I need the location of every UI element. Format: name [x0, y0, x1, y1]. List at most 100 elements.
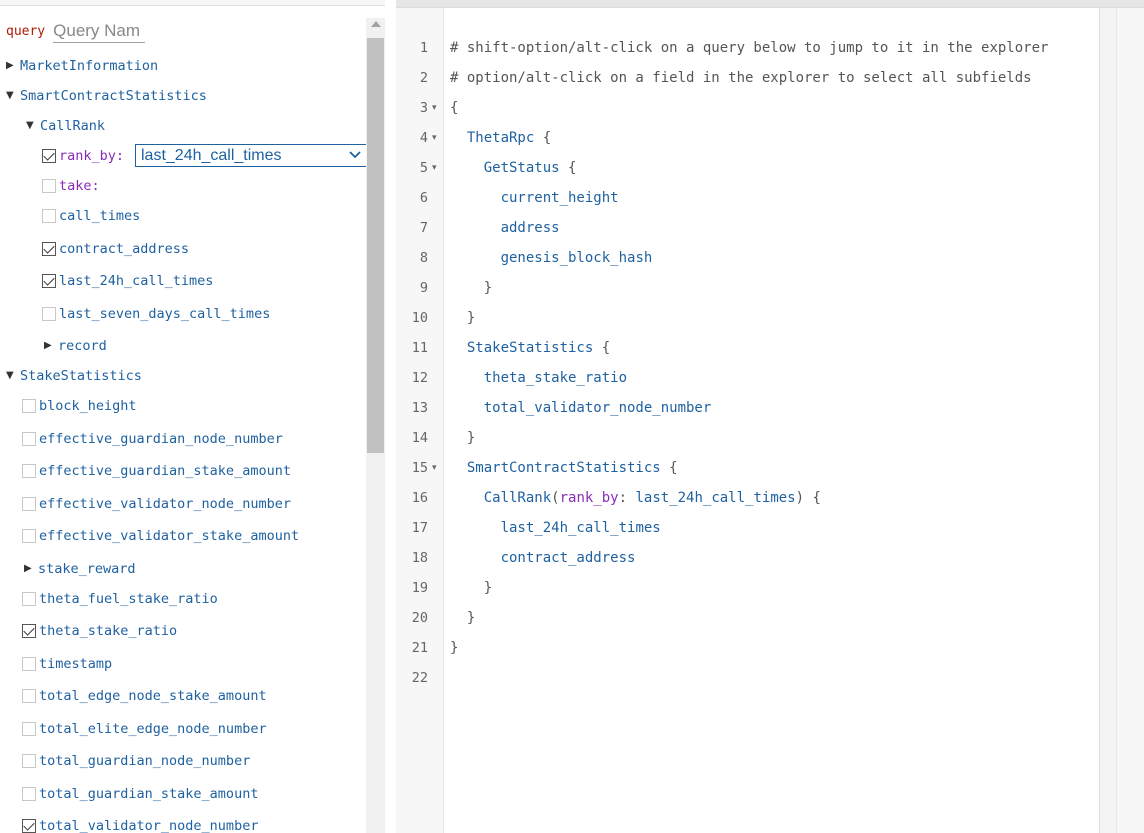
explorer-leaf-call-times[interactable]: call_times: [42, 206, 140, 226]
explorer-leaf-contract-address[interactable]: contract_address: [42, 239, 189, 259]
code-line[interactable]: theta_stake_ratio: [450, 368, 627, 388]
editor-scrollbar-track[interactable]: [1116, 8, 1144, 833]
explorer-leaf-last-seven-days-call-times[interactable]: last_seven_days_call_times: [42, 304, 270, 324]
explorer-leaf-last-24h-call-times[interactable]: last_24h_call_times: [42, 271, 213, 291]
explorer-field-record[interactable]: ▶ record: [44, 336, 107, 356]
checkbox-unchecked[interactable]: [22, 787, 36, 801]
scroll-up-arrow-icon[interactable]: [371, 21, 381, 27]
fold-caret-icon[interactable]: ▾: [432, 158, 442, 178]
explorer-leaf-effective-validator-node-number[interactable]: effective_validator_node_number: [22, 494, 291, 514]
explorer-leaf-total-validator-node-number[interactable]: total_validator_node_number: [22, 816, 258, 833]
checkbox-checked[interactable]: [22, 819, 36, 833]
code-line[interactable]: total_validator_node_number: [450, 398, 712, 418]
line-number: 12: [411, 370, 428, 386]
explorer-scrollbar[interactable]: [366, 18, 385, 833]
code-line[interactable]: }: [450, 308, 475, 328]
explorer-leaf-total-guardian-node-number[interactable]: total_guardian_node_number: [22, 751, 250, 771]
checkbox-unchecked[interactable]: [22, 657, 36, 671]
checkbox-unchecked[interactable]: [22, 592, 36, 606]
explorer-leaf-effective-guardian-node-number[interactable]: effective_guardian_node_number: [22, 429, 283, 449]
code-line[interactable]: current_height: [450, 188, 619, 208]
checkbox-unchecked[interactable]: [42, 209, 56, 223]
caret-right-icon[interactable]: ▶: [6, 60, 18, 72]
explorer-arg-rank-by[interactable]: rank_by:: [42, 146, 124, 166]
code-line[interactable]: CallRank(rank_by: last_24h_call_times) {: [450, 488, 821, 508]
code-line[interactable]: StakeStatistics {: [450, 338, 610, 358]
code-line[interactable]: }: [450, 578, 492, 598]
code-token-field: genesis_block_hash: [500, 250, 653, 266]
code-token-punct: {: [450, 100, 459, 116]
code-line[interactable]: address: [450, 218, 560, 238]
checkbox-unchecked[interactable]: [22, 399, 36, 413]
explorer-leaf-timestamp[interactable]: timestamp: [22, 654, 112, 674]
explorer-leaf-effective-validator-stake-amount[interactable]: effective_validator_stake_amount: [22, 526, 299, 546]
query-name-input[interactable]: Query Nam: [53, 20, 146, 43]
checkbox-checked[interactable]: [22, 624, 36, 638]
checkbox-unchecked[interactable]: [22, 722, 36, 736]
caret-down-icon[interactable]: ▼: [6, 370, 18, 382]
variables-panel-edge[interactable]: [1099, 8, 1144, 833]
explorer-leaf-effective-guardian-stake-amount[interactable]: effective_guardian_stake_amount: [22, 461, 291, 481]
code-line[interactable]: {: [450, 98, 458, 118]
line-number: 9: [419, 280, 428, 296]
checkbox-unchecked[interactable]: [42, 179, 56, 193]
code-token-punct: [450, 460, 467, 476]
code-line[interactable]: SmartContractStatistics {: [450, 458, 678, 478]
caret-right-icon[interactable]: ▶: [24, 563, 36, 575]
explorer-arg-take[interactable]: take:: [42, 176, 100, 196]
explorer-leaf-total-guardian-stake-amount[interactable]: total_guardian_stake_amount: [22, 784, 258, 804]
code-line[interactable]: }: [450, 278, 492, 298]
code-line[interactable]: # shift-option/alt-click on a query belo…: [450, 38, 1048, 58]
tree-item-label: effective_validator_stake_amount: [39, 528, 300, 544]
checkbox-unchecked[interactable]: [22, 529, 36, 543]
code-line[interactable]: genesis_block_hash: [450, 248, 653, 268]
code-line[interactable]: }: [450, 608, 475, 628]
query-header: query Query Nam: [6, 18, 146, 44]
caret-right-icon[interactable]: ▶: [44, 340, 56, 352]
explorer-leaf-block-height[interactable]: block_height: [22, 396, 137, 416]
code-token-punct: }: [450, 640, 459, 656]
code-line[interactable]: last_24h_call_times: [450, 518, 661, 538]
checkbox-unchecked[interactable]: [22, 432, 36, 446]
tree-item-label: take:: [59, 178, 100, 194]
code-token-field: address: [500, 220, 560, 236]
checkbox-checked[interactable]: [42, 242, 56, 256]
panel-divider[interactable]: [385, 0, 396, 833]
explorer-field-callrank[interactable]: ▼ CallRank: [26, 116, 105, 136]
explorer-type-marketinformation[interactable]: ▶ MarketInformation: [6, 56, 158, 76]
explorer-leaf-total-edge-node-stake-amount[interactable]: total_edge_node_stake_amount: [22, 686, 267, 706]
code-line[interactable]: GetStatus {: [450, 158, 577, 178]
tree-item-label: total_elite_edge_node_number: [39, 721, 267, 737]
rank-by-select[interactable]: last_24h_call_times: [135, 144, 367, 167]
checkbox-unchecked[interactable]: [22, 497, 36, 511]
checkbox-unchecked[interactable]: [22, 689, 36, 703]
query-editor[interactable]: 1 # shift-option/alt-click on a query bel…: [396, 0, 1144, 833]
code-token-val: last_24h_call_times: [635, 490, 796, 506]
fold-caret-icon[interactable]: ▾: [432, 458, 442, 478]
code-line[interactable]: contract_address: [450, 548, 636, 568]
explorer-type-smartcontractstatistics[interactable]: ▼ SmartContractStatistics: [6, 86, 207, 106]
tree-item-label: last_24h_call_times: [59, 273, 214, 289]
code-line[interactable]: }: [450, 638, 458, 658]
tree-item-label: stake_reward: [38, 561, 136, 577]
explorer-type-stakestatistics[interactable]: ▼ StakeStatistics: [6, 366, 142, 386]
checkbox-unchecked[interactable]: [22, 464, 36, 478]
explorer-field-stake-reward[interactable]: ▶ stake_reward: [24, 559, 136, 579]
checkbox-checked[interactable]: [42, 274, 56, 288]
code-line[interactable]: ThetaRpc {: [450, 128, 551, 148]
explorer-leaf-theta-fuel-stake-ratio[interactable]: theta_fuel_stake_ratio: [22, 589, 218, 609]
tree-item-label: CallRank: [40, 118, 106, 134]
caret-down-icon[interactable]: ▼: [6, 90, 18, 102]
code-line[interactable]: # option/alt-click on a field in the exp…: [450, 68, 1032, 88]
explorer-leaf-total-elite-edge-node-number[interactable]: total_elite_edge_node_number: [22, 719, 267, 739]
fold-caret-icon[interactable]: ▾: [432, 128, 442, 148]
code-token-punct: [450, 130, 467, 146]
explorer-leaf-theta-stake-ratio[interactable]: theta_stake_ratio: [22, 621, 177, 641]
fold-caret-icon[interactable]: ▾: [432, 98, 442, 118]
scrollbar-thumb[interactable]: [367, 38, 384, 453]
checkbox-unchecked[interactable]: [42, 307, 56, 321]
checkbox-checked[interactable]: [42, 149, 56, 163]
checkbox-unchecked[interactable]: [22, 754, 36, 768]
code-line[interactable]: }: [450, 428, 475, 448]
caret-down-icon[interactable]: ▼: [26, 120, 38, 132]
